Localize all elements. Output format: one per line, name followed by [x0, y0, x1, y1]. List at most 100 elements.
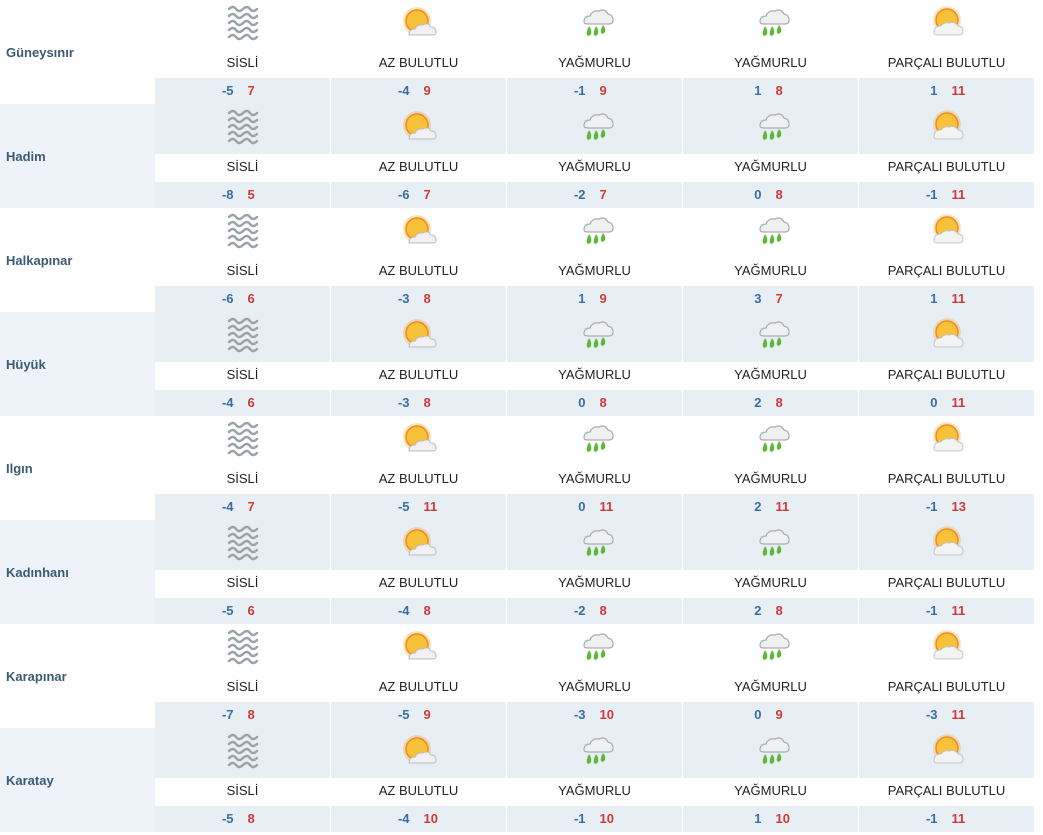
min-temperature: 3: [754, 291, 762, 306]
min-temperature: 1: [754, 83, 762, 98]
condition-cell: YAĞMURLU: [507, 674, 682, 700]
min-temperature: -4: [397, 603, 410, 618]
icon-cell: [155, 208, 330, 258]
temperature-cell: -2 8: [507, 598, 682, 624]
temperature-range: -3 8: [331, 291, 506, 306]
condition-cell: YAĞMURLU: [683, 570, 858, 596]
condition-cell: SİSLİ: [155, 778, 330, 804]
icon-cell: [331, 728, 506, 778]
day-forecast: PARÇALI BULUTLU 1 11: [859, 0, 1034, 104]
day-forecast: YAĞMURLU 0 9: [683, 624, 858, 728]
condition-cell: AZ BULUTLU: [331, 778, 506, 804]
day-forecast: PARÇALI BULUTLU 0 11: [859, 312, 1034, 416]
temperature-range: -4 8: [331, 603, 506, 618]
min-temperature: -5: [397, 499, 410, 514]
min-temperature: -3: [397, 291, 410, 306]
condition-cell: SİSLİ: [155, 466, 330, 492]
icon-cell: [859, 416, 1034, 466]
temperature-range: -4 10: [331, 811, 506, 826]
sun-cloud-icon: [400, 732, 438, 770]
max-temperature: 10: [423, 811, 438, 826]
min-temperature: -1: [573, 83, 586, 98]
min-temperature: -5: [221, 603, 234, 618]
day-forecast: YAĞMURLU 2 11: [683, 416, 858, 520]
icon-cell: [507, 520, 682, 570]
max-temperature: 8: [775, 83, 783, 98]
rain-icon: [576, 524, 614, 562]
condition-cell: PARÇALI BULUTLU: [859, 258, 1034, 284]
temperature-range: -5 8: [155, 811, 330, 826]
day-forecast: SİSLİ -5 6: [155, 520, 330, 624]
partly-cloudy-icon: [928, 420, 966, 458]
max-temperature: 7: [775, 291, 783, 306]
condition-label: AZ BULUTLU: [378, 55, 459, 70]
fog-icon: [224, 420, 262, 458]
city-name: Ilgın: [6, 460, 33, 476]
partly-cloudy-icon: [928, 316, 966, 354]
condition-cell: YAĞMURLU: [683, 258, 858, 284]
min-temperature: -6: [397, 187, 410, 202]
fog-icon: [224, 316, 262, 354]
condition-cell: AZ BULUTLU: [331, 258, 506, 284]
min-temperature: -6: [221, 291, 234, 306]
icon-cell: [507, 728, 682, 778]
sun-cloud-icon: [400, 316, 438, 354]
max-temperature: 10: [599, 811, 614, 826]
max-temperature: 11: [423, 499, 438, 514]
max-temperature: 11: [951, 811, 966, 826]
temperature-cell: -6 6: [155, 286, 330, 312]
temperature-range: -2 7: [507, 187, 682, 202]
icon-cell: [507, 104, 682, 154]
min-temperature: -1: [925, 499, 938, 514]
temperature-cell: 28: [683, 598, 858, 624]
sun-cloud-icon: [400, 628, 438, 666]
icon-cell: [155, 312, 330, 362]
max-temperature: 11: [951, 395, 966, 410]
condition-label: YAĞMURLU: [558, 471, 631, 486]
max-temperature: 11: [599, 499, 614, 514]
icon-cell: [507, 0, 682, 50]
forecast-row: Karatay SİSLİ -5 8 AZ BULUTLU -4 10 YAĞMURLU -1 1…: [0, 728, 1035, 832]
temperature-range: -5 9: [331, 707, 506, 722]
condition-cell: YAĞMURLU: [507, 466, 682, 492]
day-forecast: YAĞMURLU 0 8: [683, 104, 858, 208]
temperature-cell: -1 10: [507, 806, 682, 832]
city-cell: Karatay: [0, 728, 155, 832]
rain-icon: [576, 108, 614, 146]
temperature-range: -7 8: [155, 707, 330, 722]
condition-cell: SİSLİ: [155, 154, 330, 180]
fog-icon: [224, 628, 262, 666]
day-forecast: SİSLİ -7 8: [155, 624, 330, 728]
max-temperature: 13: [951, 499, 966, 514]
max-temperature: 5: [247, 187, 255, 202]
condition-label: YAĞMURLU: [558, 263, 631, 278]
condition-cell: PARÇALI BULUTLU: [859, 570, 1034, 596]
temperature-cell: 09: [683, 702, 858, 728]
condition-label: YAĞMURLU: [558, 367, 631, 382]
icon-cell: [683, 312, 858, 362]
city-cell: Karapınar: [0, 624, 155, 728]
temperature-cell: -8 5: [155, 182, 330, 208]
condition-label: PARÇALI BULUTLU: [887, 55, 1006, 70]
temperature-cell: -5 8: [155, 806, 330, 832]
condition-label: SİSLİ: [226, 367, 259, 382]
partly-cloudy-icon: [928, 212, 966, 250]
min-temperature: 1: [930, 83, 938, 98]
icon-cell: [331, 416, 506, 466]
temperature-cell: -1 11: [859, 598, 1034, 624]
max-temperature: 11: [951, 707, 966, 722]
min-temperature: -3: [925, 707, 938, 722]
temperature-range: 1 11: [859, 291, 1034, 306]
temperature-cell: 37: [683, 286, 858, 312]
temperature-range: -5 11: [331, 499, 506, 514]
min-temperature: -2: [573, 187, 586, 202]
temperature-cell: -1 11: [859, 182, 1034, 208]
day-forecast: YAĞMURLU -1 9: [507, 0, 682, 104]
temperature-cell: -1 13: [859, 494, 1034, 520]
day-forecast: AZ BULUTLU -5 11: [331, 416, 506, 520]
condition-label: YAĞMURLU: [734, 55, 807, 70]
icon-cell: [155, 520, 330, 570]
day-forecast: YAĞMURLU 2 8: [683, 312, 858, 416]
condition-cell: YAĞMURLU: [507, 258, 682, 284]
icon-cell: [155, 728, 330, 778]
